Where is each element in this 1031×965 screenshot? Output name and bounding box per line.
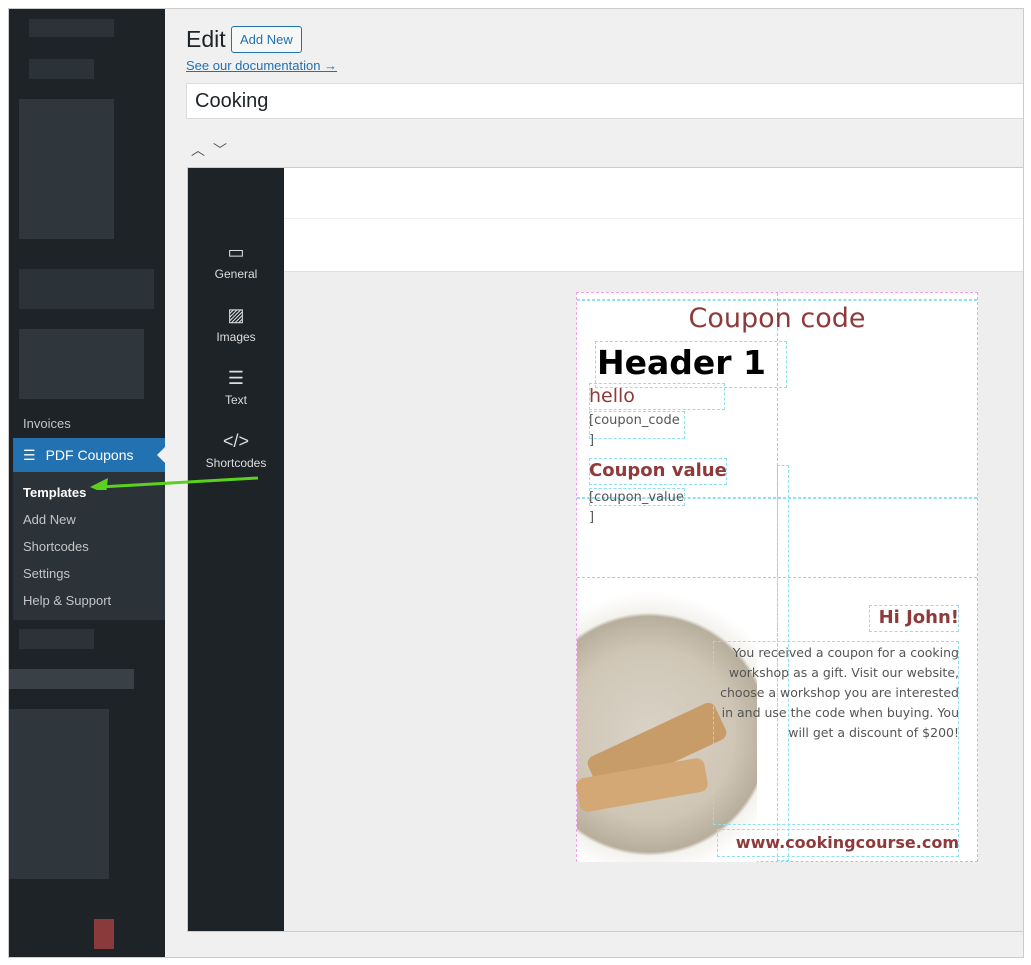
page-title: Edit [186,26,226,52]
sidebar-item-pdf-coupons[interactable]: ☰ PDF Coupons [13,438,165,472]
coupon-value-title[interactable]: Coupon value [589,460,727,481]
annotation-arrow-icon [90,476,259,490]
shortcode-close: ] [589,510,595,525]
tool-shortcodes[interactable]: </> Shortcodes [188,431,284,470]
text-icon: ☰ [227,368,245,388]
window-icon: ▭ [227,242,245,262]
submenu-shortcodes[interactable]: Shortcodes [13,534,165,561]
toolbar-area [284,168,1023,272]
tool-general[interactable]: ▭ General [188,242,284,281]
submenu-help[interactable]: Help & Support [13,588,165,615]
tool-images[interactable]: ▨ Images [188,305,284,344]
submenu: Templates Add New Shortcodes Settings He… [13,472,165,620]
images-icon: ▨ [227,305,245,325]
website-text[interactable]: www.cookingcourse.com [736,833,959,852]
documentation-link[interactable]: See our documentation → [186,58,337,73]
post-title-input[interactable]: Cooking [186,83,1023,119]
move-arrows[interactable]: ︿﹀ [191,140,235,160]
submenu-add-new[interactable]: Add New [13,507,165,534]
add-new-button[interactable]: Add New [231,26,302,53]
header-1-text[interactable]: Header 1 [597,343,766,382]
coupon-body-text[interactable]: You received a coupon for a cooking work… [717,643,959,743]
coupon-editor: ▭ General ▨ Images ☰ Text </> Shortcodes Cou… [187,167,1023,932]
coupon-value-shortcode[interactable]: [coupon_value [589,490,684,505]
coupon-title[interactable]: Coupon code [577,303,977,334]
coupon-code-shortcode[interactable]: [coupon_code [589,413,680,428]
chevron-down-icon[interactable]: ﹀ [213,142,235,158]
code-icon: </> [222,431,250,451]
hello-text[interactable]: hello [589,385,635,407]
tool-panel: ▭ General ▨ Images ☰ Text </> Shortcodes [188,168,284,931]
submenu-settings[interactable]: Settings [13,561,165,588]
greeting-text[interactable]: Hi John! [879,607,959,628]
sidebar-item-invoices[interactable]: Invoices [23,416,71,431]
coupon-page: Coupon code Header 1 hello [coupon_code … [575,292,978,862]
tool-text[interactable]: ☰ Text [188,368,284,407]
chevron-up-icon[interactable]: ︿ [191,142,213,158]
shortcode-close: ] [589,433,595,448]
coupons-icon: ☰ [23,446,36,463]
